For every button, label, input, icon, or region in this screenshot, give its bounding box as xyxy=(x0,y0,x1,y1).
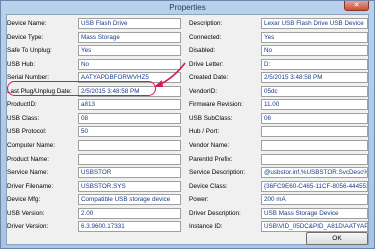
left-property-label: Safe To Unplug: xyxy=(7,47,52,55)
serial-number-highlight xyxy=(7,81,156,96)
left-property-label: USB Hub: xyxy=(7,60,35,68)
property-row: Safe To Unplug: Yes Disabled: No xyxy=(7,45,368,57)
property-row: ProductID: a813 Firmware Revision: 11.00 xyxy=(7,99,368,111)
right-property-label: Disabled: xyxy=(189,47,216,55)
property-row: Device Name: USB Flash Drive Description: L… xyxy=(7,18,368,30)
right-property-value[interactable]: Yes xyxy=(261,31,368,43)
right-property-label: Vendor Name: xyxy=(189,141,230,149)
property-row: Device Type: Mass Storage Connected: Yes xyxy=(7,31,368,44)
right-property-label: Drive Letter: xyxy=(189,60,224,68)
property-row: USB Version: 2.00 Driver Description: USB M… xyxy=(7,207,368,220)
property-row: Driver Filename: USBSTOR.SYS Device Class:… xyxy=(7,180,368,193)
property-row: Service Name: USBSTOR Service Description:… xyxy=(7,167,368,179)
right-property-value[interactable]: Lexar USB Flash Drive USB Device xyxy=(261,18,368,29)
right-property-value[interactable]: 2/5/2015 3:48:58 PM xyxy=(261,72,368,84)
left-property-value[interactable]: Mass Storage xyxy=(78,31,181,43)
right-property-label: USB SubClass: xyxy=(189,114,233,122)
properties-panel: Device Name: USB Flash Drive Description: L… xyxy=(6,14,369,245)
right-property-value[interactable]: @usbstor.inf,%USBSTOR.SvcDesc%,USB Mass … xyxy=(261,167,368,179)
right-property-value[interactable]: D: xyxy=(261,58,368,70)
right-property-value[interactable] xyxy=(261,126,368,138)
left-property-label: Device Type: xyxy=(7,33,44,41)
left-property-label: Driver Version: xyxy=(7,223,49,231)
property-row: Device Mfg: Compatible USB storage device… xyxy=(7,194,368,206)
right-property-label: VendorID: xyxy=(189,87,218,95)
left-property-value[interactable] xyxy=(78,139,181,151)
right-property-value[interactable]: USB\VID_05DC&PID_A81D\AATYAPDBFORWVHZ5 xyxy=(261,221,368,233)
left-property-label: USB Protocol: xyxy=(7,128,47,136)
right-property-label: Power: xyxy=(189,196,209,204)
left-property-value[interactable]: USBSTOR xyxy=(78,167,181,179)
left-property-label: USB Version: xyxy=(7,209,45,217)
window-title: Properties xyxy=(169,3,206,12)
left-property-value[interactable]: a813 xyxy=(78,99,181,111)
property-row: USB Hub: No Drive Letter: D: xyxy=(7,58,368,71)
property-row: USB Class: 08 USB SubClass: 06 xyxy=(7,112,368,125)
right-property-value[interactable]: 200 mA xyxy=(261,194,368,206)
right-property-label: Hub / Port: xyxy=(189,128,220,136)
right-property-label: Firmware Revision: xyxy=(189,101,243,109)
left-property-label: Computer Name: xyxy=(7,141,55,149)
right-property-value[interactable]: 05dc xyxy=(261,85,368,97)
right-property-value[interactable] xyxy=(261,153,368,165)
right-property-label: Connected: xyxy=(189,33,222,41)
right-property-value[interactable]: {36FC9E60-C465-11CF-8056-444553540000} xyxy=(261,180,368,192)
ok-button[interactable]: OK xyxy=(306,232,368,245)
right-property-label: ParentId Prefix: xyxy=(189,155,233,163)
left-property-label: Device Mfg: xyxy=(7,196,41,204)
left-property-value[interactable] xyxy=(78,153,181,165)
left-property-value[interactable]: USB Flash Drive xyxy=(78,18,181,29)
left-property-value[interactable]: 2.00 xyxy=(78,207,181,219)
right-property-label: Device Class: xyxy=(189,182,228,190)
close-button[interactable]: ✕ xyxy=(344,1,369,11)
right-property-value[interactable] xyxy=(261,139,368,151)
right-property-label: Service Description: xyxy=(189,169,245,177)
left-property-label: USB Class: xyxy=(7,114,40,122)
left-property-value[interactable]: USBSTOR.SYS xyxy=(78,180,181,192)
left-property-label: Device Name: xyxy=(7,20,47,27)
right-property-label: Driver Description: xyxy=(189,209,241,217)
property-row: USB Protocol: 50 Hub / Port: xyxy=(7,126,368,138)
left-property-label: Driver Filename: xyxy=(7,182,54,190)
property-row: Product Name: ParentId Prefix: xyxy=(7,153,368,166)
left-property-value[interactable]: Yes xyxy=(78,45,181,57)
right-property-value[interactable]: 11.00 xyxy=(261,99,368,111)
right-property-value[interactable]: 06 xyxy=(261,112,368,124)
left-property-value[interactable]: 08 xyxy=(78,112,181,124)
right-property-label: Created Date: xyxy=(189,74,229,82)
right-property-label: Instance ID: xyxy=(189,223,223,231)
left-property-value[interactable]: 50 xyxy=(78,126,181,138)
left-property-label: ProductID: xyxy=(7,101,37,109)
properties-window: Properties ✕ Device Name: USB Flash Drive… xyxy=(0,0,375,249)
right-property-value[interactable]: USB Mass Storage Device xyxy=(261,207,368,219)
left-property-value[interactable]: 6.3.9600.17331 xyxy=(78,221,181,233)
property-row: Computer Name: Vendor Name: xyxy=(7,139,368,152)
right-property-value[interactable]: No xyxy=(261,45,368,57)
left-property-label: Service Name: xyxy=(7,169,49,177)
right-property-label: Description: xyxy=(189,20,223,27)
annotation-arrow-icon xyxy=(154,62,186,87)
left-property-label: Product Name: xyxy=(7,155,49,163)
left-property-value[interactable]: Compatible USB storage device xyxy=(78,194,181,206)
